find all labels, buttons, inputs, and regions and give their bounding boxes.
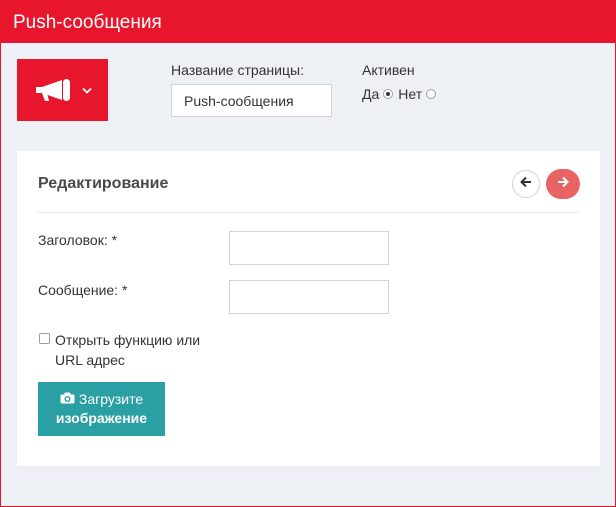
radio-yes-label: Да bbox=[362, 86, 380, 102]
page-name-label: Название страницы: bbox=[171, 62, 304, 78]
window-title: Push-сообщения bbox=[13, 11, 162, 33]
upload-line1: Загрузите bbox=[60, 390, 143, 409]
open-function-checkbox[interactable] bbox=[39, 333, 50, 344]
push-messages-window: Push-сообщения Название страницы: Активе… bbox=[0, 0, 616, 507]
megaphone-icon bbox=[34, 77, 74, 103]
icon-picker-button[interactable] bbox=[17, 59, 108, 121]
radio-no[interactable] bbox=[426, 89, 437, 99]
chevron-down-icon bbox=[81, 87, 92, 94]
editor-title: Редактирование bbox=[38, 175, 169, 192]
title-field-input[interactable] bbox=[229, 231, 389, 265]
active-label: Активен bbox=[362, 62, 415, 78]
arrow-left-icon bbox=[520, 175, 532, 193]
upload-image-button[interactable]: Загрузите изображение bbox=[38, 382, 165, 436]
arrow-right-icon bbox=[557, 175, 569, 193]
active-radio-group: Да Нет bbox=[362, 85, 440, 103]
camera-icon bbox=[60, 390, 75, 409]
upload-button-text-2: изображение bbox=[55, 410, 148, 426]
radio-yes[interactable] bbox=[383, 89, 394, 99]
divider bbox=[38, 212, 579, 213]
message-field-input[interactable] bbox=[229, 280, 389, 314]
message-field-label: Сообщение: * bbox=[38, 282, 128, 298]
page-name-input[interactable] bbox=[171, 84, 332, 117]
prev-button[interactable] bbox=[512, 170, 540, 198]
radio-no-label: Нет bbox=[398, 86, 423, 102]
next-button[interactable] bbox=[546, 169, 580, 199]
open-function-label: Открыть функцию или URL адрес bbox=[55, 332, 201, 368]
upload-button-text-1: Загрузите bbox=[78, 391, 144, 407]
title-field-label: Заголовок: * bbox=[38, 232, 118, 248]
editor-panel: Редактирование Заголовок: * Сообщение: *… bbox=[17, 151, 600, 466]
title-bar: Push-сообщения bbox=[1, 1, 615, 43]
